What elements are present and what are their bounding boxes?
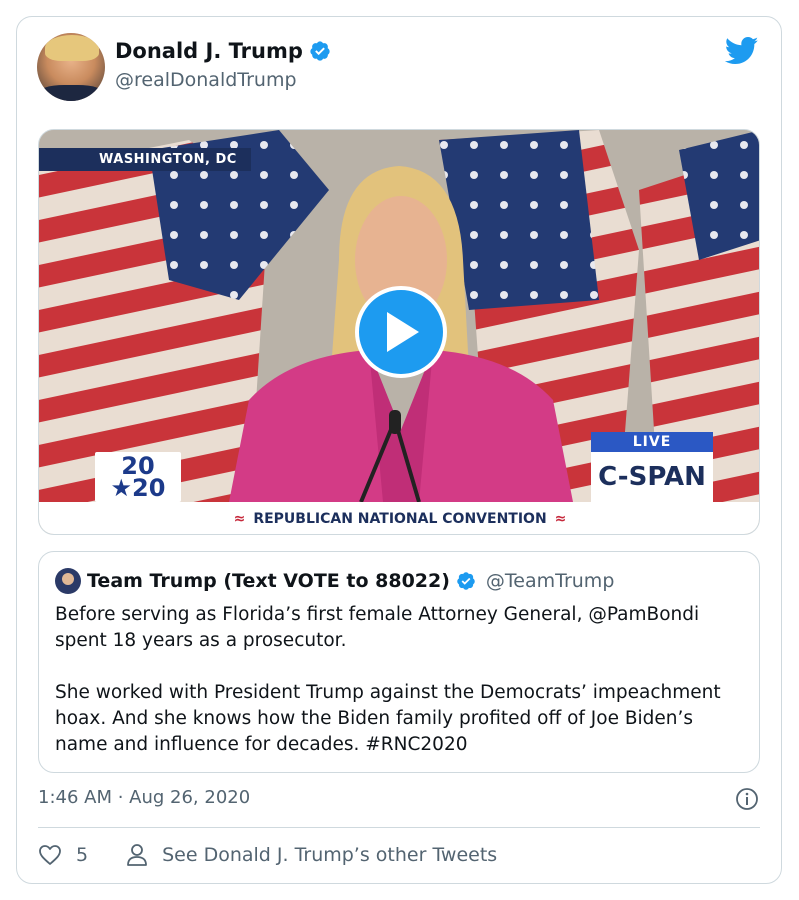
play-icon [387, 312, 419, 352]
quoted-avatar [55, 568, 81, 594]
location-badge: WASHINGTON, DC [39, 148, 251, 171]
quoted-handle: @TeamTrump [485, 570, 615, 592]
flag-stripes-icon: ≈ [233, 511, 246, 527]
divider [38, 827, 760, 828]
person-icon [127, 844, 147, 866]
avatar-hair [45, 35, 99, 61]
avatar-suit [37, 85, 105, 101]
author-handle[interactable]: @realDonaldTrump [115, 69, 297, 91]
quoted-tweet[interactable]: Team Trump (Text VOTE to 88022) @TeamTru… [38, 551, 760, 773]
like-count: 5 [76, 844, 89, 866]
flag-stripes-icon: ≈ [554, 511, 567, 527]
network-label: C-SPAN [591, 452, 713, 502]
quoted-tweet-header: Team Trump (Text VOTE to 88022) @TeamTru… [55, 568, 614, 594]
cspan-badge: LIVE C-SPAN [591, 432, 713, 502]
quoted-paragraph-1: Before serving as Florida’s first female… [55, 604, 700, 651]
quoted-display-name: Team Trump (Text VOTE to 88022) [87, 570, 450, 592]
author-display-name[interactable]: Donald J. Trump [115, 39, 303, 63]
banner-text: REPUBLICAN NATIONAL CONVENTION [253, 511, 547, 527]
tweet-timestamp[interactable]: 1:46 AM · Aug 26, 2020 [38, 787, 250, 808]
verified-icon [457, 572, 475, 590]
info-icon[interactable] [735, 787, 759, 811]
heart-icon [39, 845, 61, 865]
logo-bottom: ★20 [110, 474, 166, 502]
see-other-tweets-link[interactable]: See Donald J. Trump’s other Tweets [126, 843, 497, 867]
convention-banner: ≈ REPUBLICAN NATIONAL CONVENTION ≈ [39, 502, 759, 534]
twitter-bird-icon[interactable] [725, 37, 759, 65]
tweet-actions: 5 See Donald J. Trump’s other Tweets [38, 843, 497, 867]
like-button[interactable]: 5 [38, 844, 88, 866]
see-other-label: See Donald J. Trump’s other Tweets [162, 844, 498, 866]
author-name-row: Donald J. Trump [115, 39, 331, 63]
rnc-2020-logo: 20 ★20 [95, 452, 181, 502]
verified-icon [310, 41, 330, 61]
quoted-tweet-text: Before serving as Florida’s first female… [55, 602, 751, 784]
live-label: LIVE [591, 432, 713, 452]
author-avatar[interactable] [37, 33, 105, 101]
tweet-card: Donald J. Trump @realDonaldTrump WASHING… [16, 16, 782, 884]
video-player[interactable]: WASHINGTON, DC 20 ★20 LIVE C-SPAN ≈ REPU… [38, 129, 760, 535]
play-button[interactable] [355, 286, 447, 378]
quoted-paragraph-2: She worked with President Trump against … [55, 682, 721, 755]
